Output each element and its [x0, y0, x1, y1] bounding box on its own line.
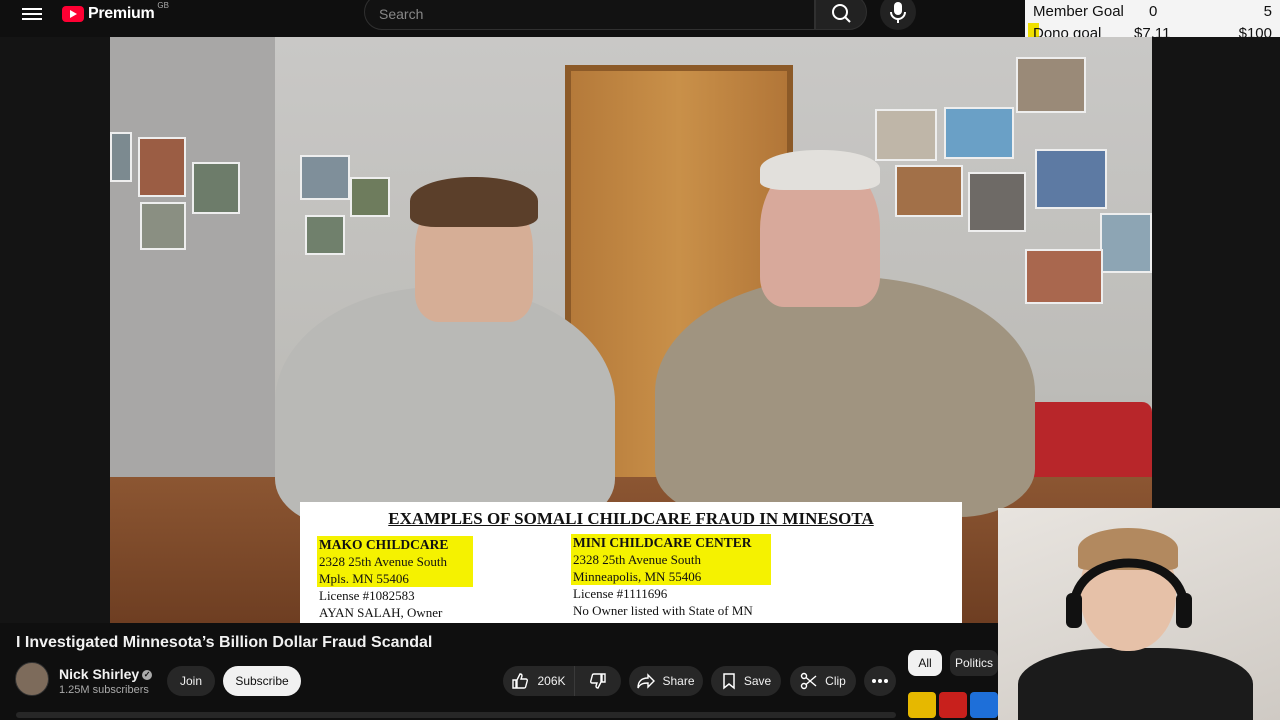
streamer-webcam [998, 508, 1280, 720]
wall-photo [968, 172, 1026, 232]
top-bar: Premium GB [0, 0, 1025, 30]
wall-photo [1025, 249, 1103, 304]
goal-current: 0 [1149, 3, 1158, 20]
dislike-button[interactable] [575, 666, 621, 696]
business-name: MAKO CHILDCARE [319, 537, 449, 552]
join-button[interactable]: Join [167, 666, 215, 696]
goal-target: 5 [1263, 3, 1272, 20]
clip-button[interactable]: Clip [790, 666, 856, 696]
subscriber-count: 1.25M subscribers [59, 684, 149, 696]
card-right-highlight: MINI CHILDCARE CENTER 2328 25th Avenue S… [571, 534, 771, 585]
business-city: Mpls. MN 55406 [319, 571, 409, 586]
channel-name-text[interactable]: Nick Shirley [59, 666, 139, 682]
business-address: 2328 25th Avenue South [573, 552, 701, 567]
share-label: Share [662, 674, 695, 688]
card-left-column: MAKO CHILDCARE 2328 25th Avenue South Mp… [317, 536, 473, 621]
recommended-thumbnail[interactable] [970, 692, 998, 718]
member-goal-row: Member Goal 0 5 [1025, 0, 1280, 22]
business-license: License #1111696 [573, 586, 668, 601]
person-young-hair [410, 177, 538, 227]
wall-photo [192, 162, 240, 214]
wall-photo [138, 137, 186, 197]
logo-text: Premium [88, 5, 155, 22]
headphones-icon [1066, 558, 1192, 628]
more-actions-button[interactable] [864, 666, 896, 696]
goal-label: Member Goal [1033, 3, 1124, 20]
thumbs-up-icon [512, 673, 529, 689]
card-right-column: MINI CHILDCARE CENTER 2328 25th Avenue S… [571, 534, 771, 619]
wall-photo [875, 109, 937, 161]
wall-photo [1035, 149, 1107, 209]
wall-photo [350, 177, 390, 217]
verified-icon: ✓ [142, 670, 153, 681]
card-title: EXAMPLES OF SOMALI CHILDCARE FRAUD IN MI… [388, 509, 874, 528]
more-horizontal-icon [872, 679, 888, 683]
thumbs-down-icon [590, 673, 606, 689]
share-button[interactable]: Share [629, 666, 703, 696]
channel-avatar[interactable] [15, 662, 49, 696]
fraud-examples-card: EXAMPLES OF SOMALI CHILDCARE FRAUD IN MI… [300, 502, 962, 623]
wall-photo [895, 165, 963, 217]
recommended-thumbnail[interactable] [908, 692, 936, 718]
card-left-highlight: MAKO CHILDCARE 2328 25th Avenue South Mp… [317, 536, 473, 587]
search-input[interactable] [379, 3, 799, 25]
search-icon [832, 4, 851, 23]
wall-photo [1016, 57, 1086, 113]
business-license: License #1082583 [319, 588, 415, 603]
search-box [364, 0, 815, 30]
wall [110, 37, 275, 487]
recommended-thumbnail[interactable] [939, 692, 967, 718]
recommended-thumbnails[interactable] [908, 692, 998, 718]
like-dislike-group: 206K [503, 666, 621, 696]
page-bottom-bar [16, 712, 896, 718]
webcam-hoodie [1018, 648, 1253, 720]
business-name: MINI CHILDCARE CENTER [573, 535, 752, 550]
share-icon [637, 673, 656, 689]
channel-name[interactable]: Nick Shirley ✓ [59, 666, 153, 682]
wall-photo [305, 215, 345, 255]
logo-region: GB [157, 0, 169, 10]
chip-all[interactable]: All [908, 650, 942, 676]
business-owner: AYAN SALAH, Owner [319, 605, 443, 620]
save-button[interactable]: Save [711, 666, 781, 696]
search-button[interactable] [815, 0, 867, 30]
chip-politics[interactable]: Politics [950, 650, 998, 676]
like-button[interactable]: 206K [503, 666, 575, 696]
youtube-logo[interactable]: Premium GB [62, 0, 169, 25]
video-title: I Investigated Minnesota’s Billion Dolla… [16, 634, 433, 651]
business-city: Minneapolis, MN 55406 [573, 569, 702, 584]
video-frame: EXAMPLES OF SOMALI CHILDCARE FRAUD IN MI… [110, 37, 1152, 623]
bookmark-icon [723, 673, 735, 690]
wall-photo [944, 107, 1014, 159]
clip-label: Clip [825, 674, 846, 688]
wall-photo [110, 132, 132, 182]
wall-photo [140, 202, 186, 250]
person-young-hoodie [275, 287, 615, 527]
business-address: 2328 25th Avenue South [319, 554, 447, 569]
person-older-shirt [655, 277, 1035, 517]
scissors-icon [800, 672, 817, 690]
save-label: Save [743, 674, 772, 688]
wall-photo [300, 155, 350, 200]
business-owner: No Owner listed with State of MN [573, 603, 753, 618]
like-count: 206K [537, 674, 566, 688]
menu-icon[interactable] [22, 5, 42, 21]
wall-photo [1100, 213, 1152, 273]
mic-icon [890, 2, 906, 23]
voice-search-button[interactable] [880, 0, 916, 30]
person-older-hair [760, 150, 880, 190]
subscribe-button[interactable]: Subscribe [223, 666, 301, 696]
youtube-logo-icon [62, 6, 84, 22]
